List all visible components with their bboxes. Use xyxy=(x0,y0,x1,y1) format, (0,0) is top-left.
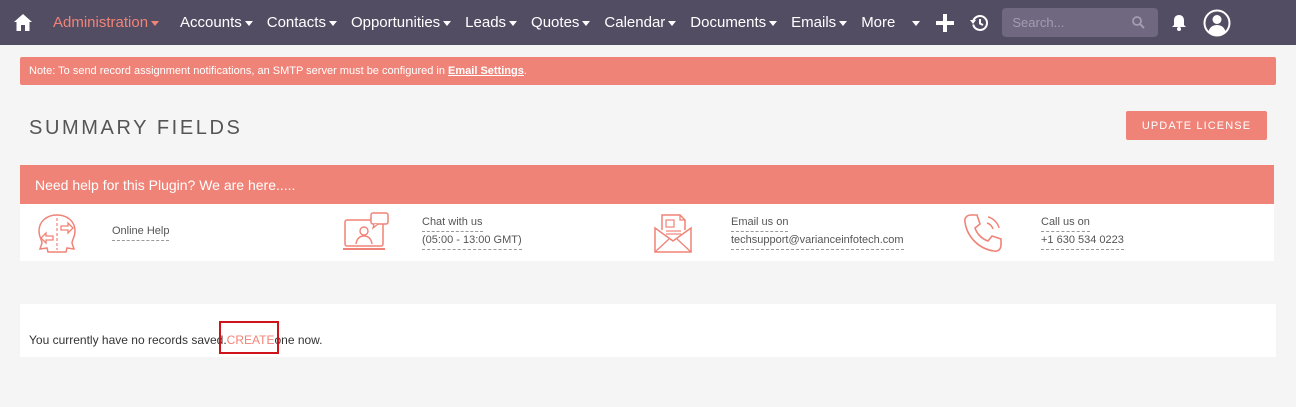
call-title: Call us on xyxy=(1041,214,1090,232)
chevron-down-icon xyxy=(769,21,778,26)
nav-leads-label: Leads xyxy=(465,14,507,31)
chevron-down-icon xyxy=(582,21,591,26)
phone-icon xyxy=(964,214,1002,252)
no-records-prefix: You currently have no records saved. xyxy=(29,333,227,347)
nav-more[interactable]: More xyxy=(854,0,922,45)
nav-emails-label: Emails xyxy=(791,14,837,31)
nav-opportunities-label: Opportunities xyxy=(350,14,441,31)
help-header: Need help for this Plugin? We are here..… xyxy=(20,165,1274,204)
chat-icon xyxy=(343,212,389,250)
notifications-button[interactable] xyxy=(1162,0,1196,45)
nav-contacts[interactable]: Contacts xyxy=(260,0,344,45)
home-icon xyxy=(14,14,32,31)
online-help-link[interactable]: Online Help xyxy=(112,223,170,241)
page-title: SUMMARY FIELDS xyxy=(29,117,243,139)
nav-contacts-label: Contacts xyxy=(266,14,326,31)
create-link[interactable]: CREATE xyxy=(227,333,275,347)
smtp-alert: Note: To send record assignment notifica… xyxy=(20,57,1276,85)
search-input[interactable] xyxy=(1012,15,1133,30)
email-settings-link[interactable]: Email Settings xyxy=(448,65,524,77)
chevron-down-icon xyxy=(443,21,452,26)
nav-administration-label: Administration xyxy=(53,14,149,31)
nav-opportunities[interactable]: Opportunities xyxy=(344,0,458,45)
online-help-icon xyxy=(38,214,76,253)
alert-text: Note: To send record assignment notifica… xyxy=(29,65,445,77)
no-records-suffix: one now. xyxy=(274,333,323,347)
email-title: Email us on xyxy=(731,214,789,232)
email-icon xyxy=(654,214,692,253)
email-us[interactable]: Email us on techsupport@varianceinfotech… xyxy=(731,214,904,250)
nav-leads[interactable]: Leads xyxy=(458,0,524,45)
no-records-message: You currently have no records saved.CREA… xyxy=(29,333,323,347)
nav-documents[interactable]: Documents xyxy=(683,0,784,45)
chevron-down-icon xyxy=(839,21,848,26)
nav-administration[interactable]: Administration xyxy=(46,0,173,45)
call-number: +1 630 534 0223 xyxy=(1041,232,1124,250)
chat-with-us[interactable]: Chat with us (05:00 - 13:00 GMT) xyxy=(422,214,522,250)
plus-icon xyxy=(936,13,955,32)
nav-calendar-label: Calendar xyxy=(604,14,666,31)
call-us[interactable]: Call us on +1 630 534 0223 xyxy=(1041,214,1124,250)
help-row: Online Help Chat with us (05:00 - 13:00 … xyxy=(20,204,1274,261)
history-icon xyxy=(970,14,989,31)
chat-title: Chat with us xyxy=(422,214,483,232)
user-avatar-icon xyxy=(1203,9,1231,36)
user-menu-button[interactable] xyxy=(1200,0,1234,45)
chevron-down-icon xyxy=(151,21,160,26)
nav-quotes-label: Quotes xyxy=(531,14,580,31)
top-navbar: Administration Accounts Contacts Opportu… xyxy=(0,0,1296,45)
nav-accounts-label: Accounts xyxy=(180,14,242,31)
nav-more-label: More xyxy=(861,14,896,31)
nav-accounts[interactable]: Accounts xyxy=(173,0,260,45)
chevron-down-icon xyxy=(244,21,253,26)
nav-quotes[interactable]: Quotes xyxy=(524,0,597,45)
plugin-help-panel: Need help for this Plugin? We are here..… xyxy=(20,165,1274,261)
home-button[interactable] xyxy=(0,0,46,45)
online-help-label: Online Help xyxy=(112,223,170,241)
records-panel: You currently have no records saved.CREA… xyxy=(20,304,1276,357)
global-search[interactable] xyxy=(1002,8,1159,37)
bell-icon xyxy=(1172,15,1187,31)
nav-emails[interactable]: Emails xyxy=(784,0,854,45)
recently-viewed-button[interactable] xyxy=(962,0,996,45)
chevron-down-icon xyxy=(328,21,337,26)
update-license-button[interactable]: UPDATE LICENSE xyxy=(1126,111,1267,140)
alert-suffix: . xyxy=(523,65,527,77)
chevron-down-icon xyxy=(509,21,518,26)
nav-documents-label: Documents xyxy=(690,14,767,31)
chat-hours: (05:00 - 13:00 GMT) xyxy=(422,232,522,250)
email-address: techsupport@varianceinfotech.com xyxy=(731,232,904,250)
search-icon[interactable] xyxy=(1132,16,1146,29)
nav-calendar[interactable]: Calendar xyxy=(597,0,683,45)
chevron-down-icon xyxy=(668,21,677,26)
chevron-down-icon xyxy=(912,21,921,26)
quick-create-button[interactable] xyxy=(928,0,962,45)
